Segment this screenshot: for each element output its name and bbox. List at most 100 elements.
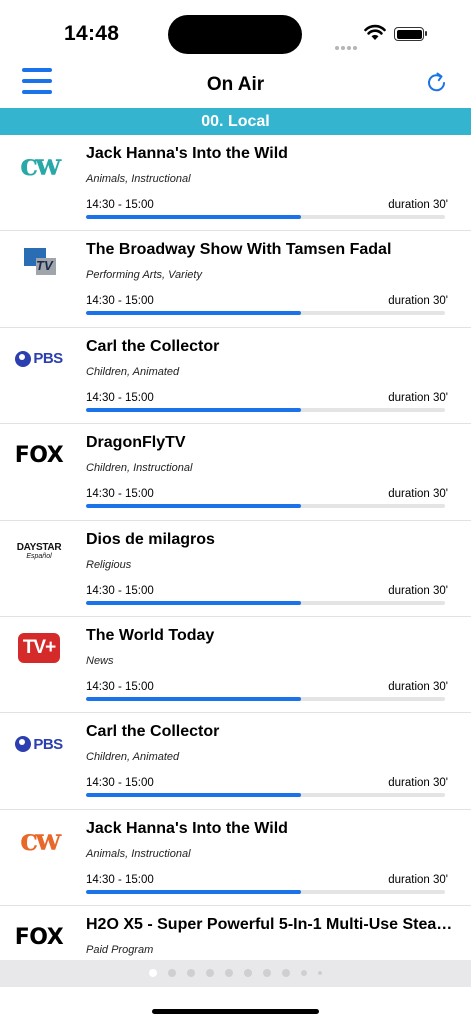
program-row[interactable]: FOX H2O X5 - Super Powerful 5-In-1 Multi-… — [0, 906, 471, 960]
program-time-range: 14:30 - 15:00 — [86, 488, 154, 501]
page-dot[interactable] — [225, 969, 233, 977]
program-genre: Performing Arts, Variety — [86, 269, 202, 282]
channel-logo: cw — [14, 151, 64, 181]
program-row[interactable]: cw Jack Hanna's Into the Wild Animals, Ins… — [0, 810, 471, 907]
program-row[interactable]: TV+ The World Today News 14:30 - 15:00 durat… — [0, 617, 471, 714]
program-time-range: 14:30 - 15:00 — [86, 199, 154, 211]
page-dot[interactable] — [244, 969, 252, 977]
program-duration: duration 30' — [388, 777, 448, 790]
cw-logo-icon: cw — [19, 148, 61, 183]
page-indicator[interactable] — [0, 960, 471, 987]
program-duration: duration 30' — [388, 295, 448, 308]
program-title: DragonFlyTV — [86, 434, 186, 452]
program-title: Carl the Collector — [86, 337, 220, 355]
program-title: Jack Hanna's Into the Wild — [86, 145, 288, 162]
program-row[interactable]: FOX DragonFlyTV Children, Instructional 14:… — [0, 424, 471, 521]
channel-logo: DAYSTAR Español — [14, 537, 64, 567]
page-title: On Air — [206, 74, 265, 95]
fox-logo-icon: FOX — [14, 924, 64, 950]
program-title: Dios de milagros — [86, 530, 215, 548]
page-dot[interactable] — [282, 969, 290, 977]
progress-track — [86, 889, 445, 894]
program-title: Jack Hanna's Into the Wild — [86, 819, 288, 837]
progress-track — [86, 215, 445, 219]
dynamic-island — [168, 15, 302, 54]
program-genre: Religious — [86, 558, 132, 571]
pbs-logo-icon: PBS — [15, 350, 63, 367]
program-duration: duration 30' — [388, 680, 448, 693]
progress-track — [86, 600, 445, 605]
program-time-range: 14:30 - 15:00 — [86, 873, 154, 886]
progress-fill — [86, 600, 302, 605]
progress-fill — [86, 504, 302, 509]
battery-icon — [394, 27, 427, 41]
program-genre: Animals, Instructional — [86, 847, 191, 860]
program-genre: Children, Animated — [86, 751, 180, 764]
channel-logo: PBS — [14, 344, 64, 374]
progress-fill — [86, 793, 302, 798]
progress-track — [86, 407, 445, 412]
mytv-logo-icon: TV — [22, 248, 56, 276]
wifi-icon — [364, 24, 386, 40]
program-time-range: 14:30 - 15:00 — [86, 680, 154, 693]
page-dot[interactable] — [206, 969, 214, 977]
signal-icon — [335, 37, 359, 55]
program-duration: duration 30' — [388, 488, 448, 501]
refresh-icon[interactable] — [424, 70, 450, 96]
progress-fill — [86, 407, 302, 412]
page-dot[interactable] — [263, 969, 271, 977]
program-title: Carl the Collector — [86, 723, 220, 741]
page-dot[interactable] — [168, 969, 176, 977]
channel-logo: TV+ — [14, 632, 64, 663]
progress-track — [86, 311, 445, 316]
home-indicator[interactable] — [152, 1009, 319, 1014]
channel-logo: FOX — [14, 922, 64, 952]
fox-logo-icon: FOX — [14, 442, 64, 468]
program-row[interactable]: PBS Carl the Collector Children, Animated 1… — [0, 713, 471, 810]
progress-fill — [86, 696, 302, 701]
program-genre: Animals, Instructional — [86, 173, 191, 185]
page-dot[interactable] — [301, 970, 307, 976]
progress-track — [86, 696, 445, 701]
program-row[interactable]: cw Jack Hanna's Into the Wild Animals, Ins… — [0, 135, 471, 232]
tvplus-logo-icon: TV+ — [18, 632, 60, 663]
program-genre: Paid Program — [86, 944, 154, 957]
program-title: H2O X5 - Super Powerful 5-In-1 Multi-Use… — [86, 916, 461, 934]
channel-logo: TV — [14, 247, 64, 277]
progress-track — [86, 504, 445, 509]
channel-logo: PBS — [14, 729, 64, 759]
status-time: 14:48 — [64, 22, 120, 45]
progress-fill — [86, 889, 302, 894]
program-row[interactable]: DAYSTAR Español Dios de milagros Religious 1… — [0, 521, 471, 617]
program-title: The Broadway Show With Tamsen Fadal — [86, 241, 392, 259]
program-time-range: 14:30 - 15:00 — [86, 777, 154, 790]
progress-fill — [86, 311, 302, 316]
daystar-logo-icon: DAYSTAR Español — [16, 541, 62, 560]
page-dot[interactable] — [149, 969, 157, 977]
program-duration: duration 30' — [388, 873, 448, 886]
cw-logo-icon: cw — [19, 822, 61, 858]
page-dot[interactable] — [187, 969, 195, 977]
progress-fill — [86, 215, 302, 219]
program-genre: Children, Instructional — [86, 462, 193, 475]
program-genre: News — [86, 654, 114, 667]
program-row[interactable]: PBS Carl the Collector Children, Animated 1… — [0, 328, 471, 425]
page-dot[interactable] — [318, 971, 322, 975]
program-list[interactable]: cw Jack Hanna's Into the Wild Animals, Ins… — [0, 135, 471, 960]
program-duration: duration 30' — [388, 199, 448, 211]
status-bar: 14:48 — [0, 0, 471, 66]
program-row[interactable]: TV The Broadway Show With Tamsen Fadal Per… — [0, 231, 471, 328]
program-duration: duration 30' — [388, 584, 448, 597]
channel-logo: FOX — [14, 440, 64, 470]
pbs-logo-icon: PBS — [15, 736, 63, 753]
program-time-range: 14:30 - 15:00 — [86, 391, 154, 404]
nav-bar: On Air — [0, 62, 471, 108]
program-time-range: 14:30 - 15:00 — [86, 584, 154, 597]
progress-track — [86, 793, 445, 798]
section-header[interactable]: 00. Local — [0, 108, 471, 135]
program-genre: Children, Animated — [86, 365, 180, 378]
channel-logo: cw — [14, 822, 64, 858]
program-title: The World Today — [86, 626, 215, 644]
program-time-range: 14:30 - 15:00 — [86, 295, 154, 308]
program-duration: duration 30' — [388, 391, 448, 404]
